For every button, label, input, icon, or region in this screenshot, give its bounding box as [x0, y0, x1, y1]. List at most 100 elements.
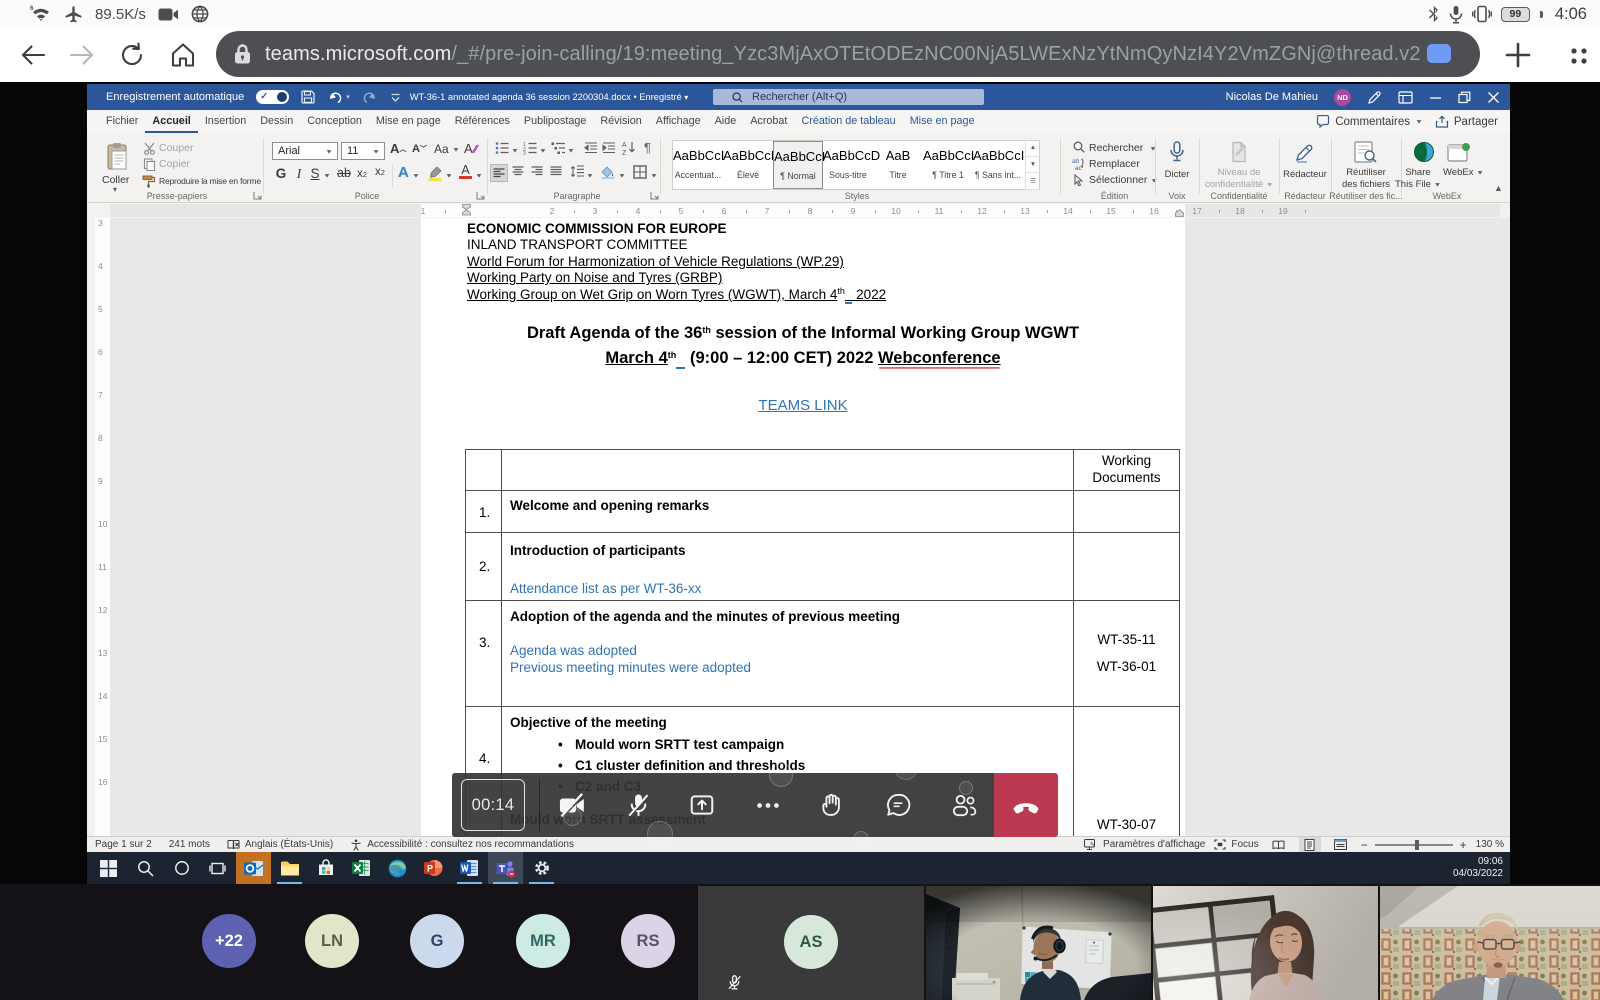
multilevel-list-button[interactable]	[551, 141, 566, 155]
teams-link[interactable]: TEAMS LINK	[758, 397, 847, 414]
ribbon-tab[interactable]: Fichier	[99, 110, 145, 133]
hang-up-button[interactable]	[994, 773, 1058, 837]
share-button[interactable]: Partager	[1435, 115, 1498, 128]
font-color-dropdown-chevron[interactable]: ▼	[475, 171, 483, 180]
ribbon-tab[interactable]: Dessin	[253, 110, 300, 133]
reuse-files-icon[interactable]	[1338, 139, 1394, 165]
participant-avatar[interactable]: LN	[305, 914, 359, 968]
edge-icon[interactable]	[380, 852, 415, 884]
increase-indent-button[interactable]	[602, 141, 616, 155]
ribbon-tab[interactable]: Aide	[708, 110, 744, 133]
forward-button[interactable]	[68, 41, 96, 69]
share-screen-button[interactable]	[670, 773, 734, 837]
webex-share-icon[interactable]	[1406, 139, 1442, 165]
line-spacing-button[interactable]	[570, 165, 585, 178]
tab-switcher-button[interactable]	[1568, 45, 1590, 67]
back-button[interactable]	[19, 41, 47, 69]
read-mode-view[interactable]	[1268, 837, 1290, 852]
print-layout-view[interactable]	[1299, 837, 1321, 852]
taskbar-search-icon[interactable]	[128, 852, 163, 884]
zoom-out-button[interactable]: −	[1361, 838, 1368, 852]
ribbon-tab[interactable]: Accueil	[145, 110, 197, 133]
undo-button[interactable]: ▾	[327, 90, 350, 104]
text-effects-button[interactable]: A	[398, 164, 409, 181]
clipboard-dialog-launcher[interactable]	[253, 191, 262, 200]
redo-button[interactable]	[362, 90, 378, 104]
word-icon[interactable]	[452, 852, 487, 884]
dropdown-chevron[interactable]: ▼	[618, 171, 626, 180]
copy-icon[interactable]	[143, 158, 156, 171]
outlook-icon[interactable]	[236, 852, 271, 884]
excel-icon[interactable]	[344, 852, 379, 884]
start-button[interactable]	[91, 852, 126, 884]
align-center-button[interactable]	[512, 166, 524, 177]
participant-avatar[interactable]: G	[410, 914, 464, 968]
replace-label[interactable]: Remplacer	[1089, 158, 1140, 170]
cut-icon[interactable]	[143, 142, 156, 155]
underline-button[interactable]: S	[309, 166, 321, 181]
dropdown-chevron[interactable]: ▼	[586, 171, 594, 180]
find-icon[interactable]	[1073, 141, 1085, 153]
raise-hand-button[interactable]	[800, 773, 864, 837]
minimize-button[interactable]	[1429, 91, 1442, 104]
strikethrough-button[interactable]: ab	[337, 166, 351, 180]
style-item[interactable]: AaB Titre	[873, 141, 923, 189]
zoom-slider[interactable]	[1375, 844, 1453, 846]
clear-format-button[interactable]: A	[464, 141, 479, 156]
ribbon-tab[interactable]: Acrobat	[743, 110, 794, 133]
task-view-icon[interactable]	[200, 852, 235, 884]
highlight-button[interactable]	[427, 165, 443, 182]
subscript-button[interactable]: x2	[357, 168, 367, 180]
zoom-control[interactable]: − +	[1361, 838, 1467, 852]
bullet-list-button[interactable]	[495, 141, 510, 155]
replace-icon[interactable]: abac	[1072, 157, 1085, 170]
teams-icon[interactable]	[488, 852, 523, 884]
paragraph-dialog-launcher[interactable]	[650, 191, 659, 200]
style-item[interactable]: AaBbCcI ¶ Titre 1	[923, 141, 973, 189]
camera-off-button[interactable]	[540, 773, 604, 837]
restore-button[interactable]	[1458, 91, 1471, 104]
dictate-icon[interactable]	[1158, 139, 1196, 165]
save-icon[interactable]	[301, 90, 315, 104]
zoom-slider-knob[interactable]	[1415, 840, 1419, 850]
video-tile-1[interactable]	[926, 886, 1151, 1000]
italic-button[interactable]: I	[293, 166, 305, 182]
editor-label[interactable]: Rédacteur	[1283, 169, 1327, 181]
pilcrow-button[interactable]: ¶	[644, 140, 651, 155]
store-icon[interactable]	[308, 852, 343, 884]
dictate-label[interactable]: Dicter	[1158, 169, 1196, 181]
more-options-button[interactable]	[736, 773, 800, 837]
web-layout-view[interactable]	[1330, 837, 1352, 852]
style-item[interactable]: AaBbCcI Élevé	[723, 141, 773, 189]
participant-tile-as[interactable]: AS	[698, 886, 924, 1000]
account-name[interactable]: Nicolas De Mahieu	[1226, 91, 1318, 103]
underline-dropdown-chevron[interactable]: ▼	[323, 171, 331, 180]
dropdown-chevron[interactable]: ▼	[650, 171, 658, 180]
highlight-dropdown-chevron[interactable]: ▼	[445, 171, 453, 180]
decrease-indent-button[interactable]	[584, 141, 598, 155]
webex-label[interactable]: WebEx ▼	[1443, 167, 1477, 179]
video-tile-3[interactable]	[1380, 886, 1600, 1000]
font-color-button[interactable]: A	[459, 164, 472, 179]
word-count[interactable]: 241 mots	[169, 839, 210, 850]
new-tab-button[interactable]	[1503, 40, 1533, 70]
paste-icon[interactable]	[101, 141, 135, 173]
font-size-combo[interactable]: 11▼	[341, 142, 385, 160]
collapse-ribbon-button[interactable]: ▲	[1494, 183, 1503, 193]
autosave-toggle[interactable]: ✓	[256, 90, 289, 104]
video-tile-2[interactable]	[1153, 886, 1378, 1000]
copy-label[interactable]: Copier	[159, 158, 190, 170]
grow-font-button[interactable]: A︿	[390, 141, 406, 156]
align-right-button[interactable]	[531, 166, 543, 177]
font-name-combo[interactable]: Arial▼	[272, 142, 338, 160]
ribbon-tab[interactable]: Mise en page	[369, 110, 448, 133]
sort-button[interactable]: AZ	[622, 140, 638, 155]
style-item[interactable]: AaBbCcD Sous-titre	[823, 141, 873, 189]
style-item[interactable]: AaBbCcI ¶ Normal	[773, 141, 823, 189]
ink-icon[interactable]	[1367, 90, 1382, 105]
shrink-font-button[interactable]: A﹀	[412, 143, 427, 155]
chat-button[interactable]	[866, 773, 930, 837]
horizontal-ruler[interactable]: 12345678910111213141516171819	[110, 204, 1500, 217]
page-indicator[interactable]: Page 1 sur 2	[95, 839, 152, 850]
zoom-level[interactable]: 130 %	[1476, 839, 1504, 850]
